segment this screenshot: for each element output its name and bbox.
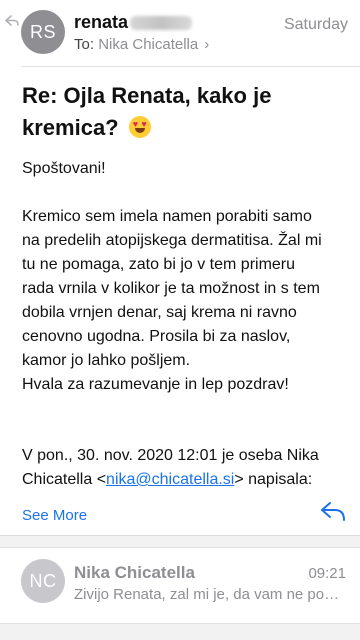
quoted-header: V pon., 30. nov. 2020 12:01 je oseba Nik… xyxy=(22,444,352,492)
message-card: RS renata Saturday To: Nika Chicatella › … xyxy=(0,0,360,536)
reply-arrow-icon[interactable] xyxy=(320,500,346,522)
thread-avatar-initials: NC xyxy=(29,570,57,591)
subject-line: Re: Ojla Renata, kako je kremica? ♥ ♥ xyxy=(22,80,342,144)
quoted-suffix: > napisala: xyxy=(234,471,313,488)
thread-message-item[interactable]: NC Nika Chicatella 09:21 Zivijo Renata, … xyxy=(0,547,360,624)
header-divider xyxy=(21,66,360,67)
redacted-surname xyxy=(130,16,193,31)
chevron-right-icon: › xyxy=(204,36,210,53)
body-line: tu ne pomaga, zato bi jo v tem primeru xyxy=(22,256,296,273)
body-line: rada vrnila v kolikor je ta možnost in s… xyxy=(22,280,320,297)
recipient-line[interactable]: To: Nika Chicatella › xyxy=(74,36,209,53)
quoted-header-line: V pon., 30. nov. 2020 12:01 je oseba Nik… xyxy=(22,447,319,464)
body-line: Kremico sem imela namen porabiti samo xyxy=(22,208,312,225)
body-line: cenovno ugodna. Prosila bi za naslov, xyxy=(22,328,291,345)
message-body: Spoštovani! Kremico sem imela namen pora… xyxy=(22,157,342,397)
sender-name[interactable]: renata xyxy=(74,12,193,33)
message-date: Saturday xyxy=(283,16,348,33)
thread-sender: Nika Chicatella xyxy=(74,563,195,582)
body-line: na predelih atopijskega dermatitisa. Žal… xyxy=(22,232,322,249)
body-line: dobila vrnjen denar, saj krema ni ravno xyxy=(22,304,297,321)
quoted-email-link[interactable]: nika@chicatella.si xyxy=(106,471,234,488)
to-label: To: xyxy=(74,36,95,53)
recipient-name: Nika Chicatella xyxy=(98,36,199,53)
quoted-prefix: Chicatella < xyxy=(22,471,107,488)
thread-snippet: Zivijo Renata, zal mi je, da vam ne pom.… xyxy=(74,586,349,603)
thread-time: 09:21 xyxy=(308,565,346,582)
sender-name-text: renata xyxy=(74,12,129,32)
quoted-header-line-2: Chicatella <nika@chicatella.si> napisala… xyxy=(22,468,352,492)
heart-eyes-emoji-icon: ♥ ♥ xyxy=(128,116,151,138)
body-line: Hvala za razumevanje in lep pozdrav! xyxy=(22,376,289,393)
see-more-button[interactable]: See More xyxy=(22,507,87,524)
greeting: Spoštovani! xyxy=(22,160,106,177)
thread-avatar: NC xyxy=(21,559,65,603)
body-line: kamor jo lahko pošljem. xyxy=(22,352,191,369)
sender-avatar-initials: RS xyxy=(29,21,56,42)
replied-arrow-icon xyxy=(5,15,19,26)
sender-avatar[interactable]: RS xyxy=(21,10,65,54)
